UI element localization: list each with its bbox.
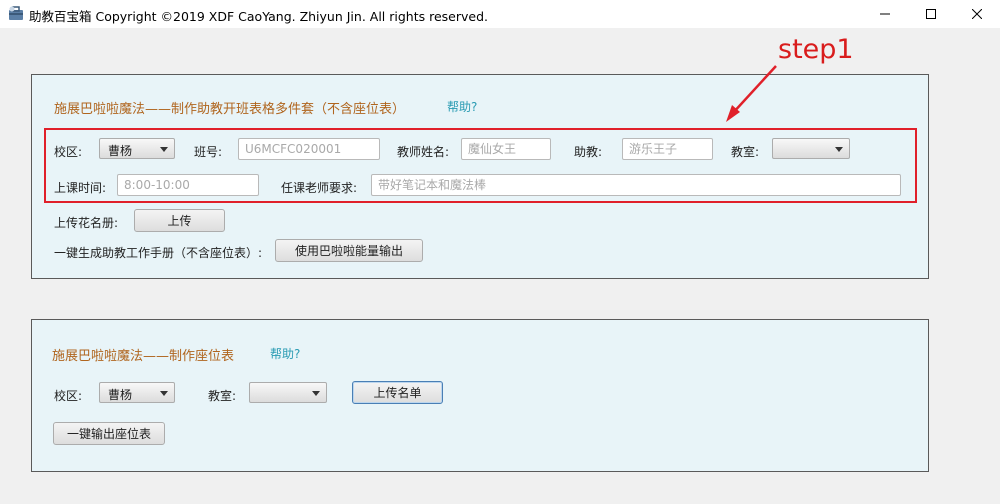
upload-roster-button[interactable]: 上传 <box>134 209 225 232</box>
seating-room-select[interactable] <box>249 382 327 403</box>
seating-room-label: 教室: <box>208 389 237 403</box>
panel1-heading: 施展巴啦啦魔法——制作助教开班表格多件套（不含座位表） <box>54 102 406 117</box>
red-arrow-icon <box>726 65 777 122</box>
maximize-button[interactable] <box>908 0 954 28</box>
title-bar: 助教百宝箱 Copyright ©2019 XDF CaoYang. Zhiyu… <box>0 0 1000 28</box>
export-seating-button[interactable]: 一键输出座位表 <box>53 422 165 445</box>
upload-namelist-button[interactable]: 上传名单 <box>352 381 443 404</box>
window-title: 助教百宝箱 Copyright ©2019 XDF CaoYang. Zhiyu… <box>29 9 488 24</box>
close-icon <box>972 9 982 19</box>
minimize-icon <box>880 13 890 15</box>
chevron-down-icon <box>160 391 168 396</box>
step1-annotation-label: step1 <box>778 34 854 65</box>
chevron-down-icon <box>312 391 320 396</box>
close-button[interactable] <box>954 0 1000 28</box>
step1-highlight-box <box>44 128 917 203</box>
panel2-heading: 施展巴啦啦魔法——制作座位表 <box>52 349 235 364</box>
seating-campus-label: 校区: <box>54 389 83 403</box>
generate-label: 一键生成助教工作手册（不含座位表）: <box>54 246 263 260</box>
maximize-icon <box>926 9 936 19</box>
panel1-help-link[interactable]: 帮助? <box>447 98 477 115</box>
toolbox-icon <box>9 6 23 20</box>
seating-campus-select-value: 曹杨 <box>108 388 133 402</box>
generate-manual-button[interactable]: 使用巴啦啦能量输出 <box>275 239 423 262</box>
seating-campus-select[interactable]: 曹杨 <box>99 382 175 403</box>
minimize-button[interactable] <box>862 0 908 28</box>
panel2-help-link[interactable]: 帮助? <box>270 345 300 362</box>
roster-label: 上传花名册: <box>54 216 119 230</box>
